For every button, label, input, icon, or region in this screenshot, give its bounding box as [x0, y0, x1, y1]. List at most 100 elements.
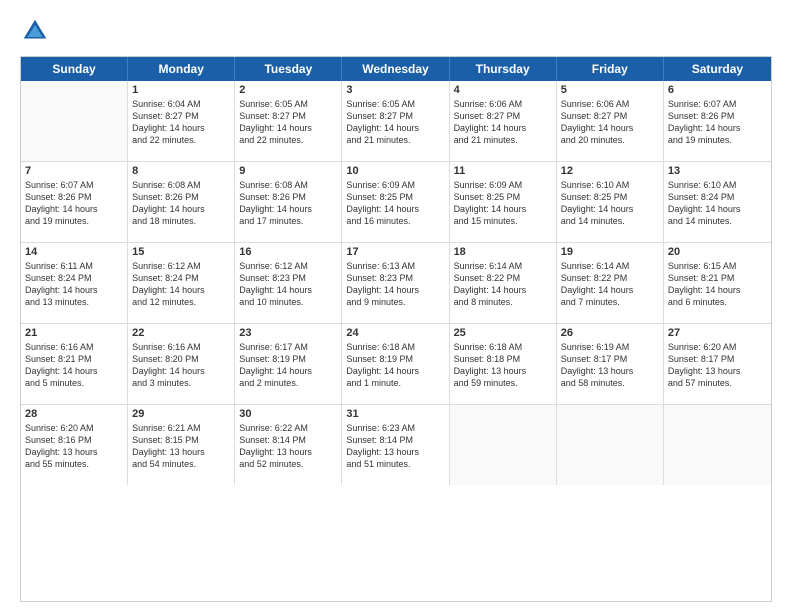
day-cell-29: 29 Sunrise: 6:21 AM Sunset: 8:15 PM Dayli… [128, 405, 235, 485]
day-cell-5: 5 Sunrise: 6:06 AM Sunset: 8:27 PM Daylig… [557, 81, 664, 161]
day-number: 23 [239, 327, 337, 339]
day-info: Sunrise: 6:20 AM Sunset: 8:17 PM Dayligh… [668, 341, 767, 390]
day-number: 1 [132, 84, 230, 96]
header-day-saturday: Saturday [664, 57, 771, 81]
day-cell-26: 26 Sunrise: 6:19 AM Sunset: 8:17 PM Dayli… [557, 324, 664, 404]
week-row-3: 21Sunrise: 6:16 AM Sunset: 8:21 PM Dayli… [21, 324, 771, 405]
empty-cell [664, 405, 771, 485]
empty-cell [21, 81, 128, 161]
day-number: 8 [132, 165, 230, 177]
day-number: 12 [561, 165, 659, 177]
empty-cell [557, 405, 664, 485]
day-number: 9 [239, 165, 337, 177]
day-cell-25: 25 Sunrise: 6:18 AM Sunset: 8:18 PM Dayli… [450, 324, 557, 404]
day-number: 19 [561, 246, 659, 258]
day-cell-1: 1 Sunrise: 6:04 AM Sunset: 8:27 PM Daylig… [128, 81, 235, 161]
day-info: Sunrise: 6:08 AM Sunset: 8:26 PM Dayligh… [239, 179, 337, 228]
day-number: 30 [239, 408, 337, 420]
header-day-thursday: Thursday [450, 57, 557, 81]
day-number: 26 [561, 327, 659, 339]
day-number: 2 [239, 84, 337, 96]
day-info: Sunrise: 6:05 AM Sunset: 8:27 PM Dayligh… [239, 98, 337, 147]
week-row-4: 28 Sunrise: 6:20 AM Sunset: 8:16 PM Dayli… [21, 405, 771, 485]
day-number: 15 [132, 246, 230, 258]
day-info: Sunrise: 6:14 AM Sunset: 8:22 PM Dayligh… [561, 260, 659, 309]
day-info: Sunrise: 6:12 AM Sunset: 8:23 PM Dayligh… [239, 260, 337, 309]
day-number: 20 [668, 246, 767, 258]
day-cell-22: 22Sunrise: 6:16 AM Sunset: 8:20 PM Dayli… [128, 324, 235, 404]
header-day-sunday: Sunday [21, 57, 128, 81]
day-info: Sunrise: 6:04 AM Sunset: 8:27 PM Dayligh… [132, 98, 230, 147]
day-cell-21: 21Sunrise: 6:16 AM Sunset: 8:21 PM Dayli… [21, 324, 128, 404]
day-info: Sunrise: 6:05 AM Sunset: 8:27 PM Dayligh… [346, 98, 444, 147]
day-number: 31 [346, 408, 444, 420]
day-info: Sunrise: 6:06 AM Sunset: 8:27 PM Dayligh… [454, 98, 552, 147]
day-info: Sunrise: 6:22 AM Sunset: 8:14 PM Dayligh… [239, 422, 337, 471]
page: SundayMondayTuesdayWednesdayThursdayFrid… [0, 0, 792, 612]
day-number: 5 [561, 84, 659, 96]
day-number: 25 [454, 327, 552, 339]
day-number: 24 [346, 327, 444, 339]
day-number: 17 [346, 246, 444, 258]
day-cell-11: 11 Sunrise: 6:09 AM Sunset: 8:25 PM Dayli… [450, 162, 557, 242]
day-cell-4: 4 Sunrise: 6:06 AM Sunset: 8:27 PM Daylig… [450, 81, 557, 161]
day-info: Sunrise: 6:13 AM Sunset: 8:23 PM Dayligh… [346, 260, 444, 309]
day-info: Sunrise: 6:14 AM Sunset: 8:22 PM Dayligh… [454, 260, 552, 309]
day-number: 13 [668, 165, 767, 177]
day-info: Sunrise: 6:07 AM Sunset: 8:26 PM Dayligh… [668, 98, 767, 147]
day-number: 7 [25, 165, 123, 177]
day-info: Sunrise: 6:21 AM Sunset: 8:15 PM Dayligh… [132, 422, 230, 471]
day-cell-13: 13Sunrise: 6:10 AM Sunset: 8:24 PM Dayli… [664, 162, 771, 242]
day-cell-17: 17 Sunrise: 6:13 AM Sunset: 8:23 PM Dayli… [342, 243, 449, 323]
day-info: Sunrise: 6:20 AM Sunset: 8:16 PM Dayligh… [25, 422, 123, 471]
day-number: 14 [25, 246, 123, 258]
day-cell-12: 12 Sunrise: 6:10 AM Sunset: 8:25 PM Dayli… [557, 162, 664, 242]
day-cell-28: 28 Sunrise: 6:20 AM Sunset: 8:16 PM Dayli… [21, 405, 128, 485]
week-row-2: 14 Sunrise: 6:11 AM Sunset: 8:24 PM Dayli… [21, 243, 771, 324]
header-day-wednesday: Wednesday [342, 57, 449, 81]
header [20, 16, 772, 46]
day-cell-23: 23Sunrise: 6:17 AM Sunset: 8:19 PM Dayli… [235, 324, 342, 404]
day-info: Sunrise: 6:12 AM Sunset: 8:24 PM Dayligh… [132, 260, 230, 309]
day-number: 28 [25, 408, 123, 420]
day-info: Sunrise: 6:18 AM Sunset: 8:19 PM Dayligh… [346, 341, 444, 390]
calendar-body: 1 Sunrise: 6:04 AM Sunset: 8:27 PM Daylig… [21, 81, 771, 485]
day-info: Sunrise: 6:08 AM Sunset: 8:26 PM Dayligh… [132, 179, 230, 228]
logo [20, 16, 54, 46]
header-day-monday: Monday [128, 57, 235, 81]
day-info: Sunrise: 6:19 AM Sunset: 8:17 PM Dayligh… [561, 341, 659, 390]
day-number: 22 [132, 327, 230, 339]
day-info: Sunrise: 6:10 AM Sunset: 8:25 PM Dayligh… [561, 179, 659, 228]
day-info: Sunrise: 6:18 AM Sunset: 8:18 PM Dayligh… [454, 341, 552, 390]
day-cell-18: 18 Sunrise: 6:14 AM Sunset: 8:22 PM Dayli… [450, 243, 557, 323]
day-cell-8: 8 Sunrise: 6:08 AM Sunset: 8:26 PM Daylig… [128, 162, 235, 242]
day-cell-24: 24 Sunrise: 6:18 AM Sunset: 8:19 PM Dayli… [342, 324, 449, 404]
day-info: Sunrise: 6:15 AM Sunset: 8:21 PM Dayligh… [668, 260, 767, 309]
day-cell-3: 3 Sunrise: 6:05 AM Sunset: 8:27 PM Daylig… [342, 81, 449, 161]
day-number: 21 [25, 327, 123, 339]
day-cell-30: 30 Sunrise: 6:22 AM Sunset: 8:14 PM Dayli… [235, 405, 342, 485]
calendar: SundayMondayTuesdayWednesdayThursdayFrid… [20, 56, 772, 602]
day-number: 29 [132, 408, 230, 420]
day-cell-20: 20 Sunrise: 6:15 AM Sunset: 8:21 PM Dayli… [664, 243, 771, 323]
day-number: 3 [346, 84, 444, 96]
week-row-0: 1 Sunrise: 6:04 AM Sunset: 8:27 PM Daylig… [21, 81, 771, 162]
day-cell-10: 10Sunrise: 6:09 AM Sunset: 8:25 PM Dayli… [342, 162, 449, 242]
day-number: 16 [239, 246, 337, 258]
day-info: Sunrise: 6:06 AM Sunset: 8:27 PM Dayligh… [561, 98, 659, 147]
day-cell-19: 19 Sunrise: 6:14 AM Sunset: 8:22 PM Dayli… [557, 243, 664, 323]
day-number: 10 [346, 165, 444, 177]
logo-icon [20, 16, 50, 46]
day-cell-16: 16 Sunrise: 6:12 AM Sunset: 8:23 PM Dayli… [235, 243, 342, 323]
day-number: 4 [454, 84, 552, 96]
day-cell-14: 14 Sunrise: 6:11 AM Sunset: 8:24 PM Dayli… [21, 243, 128, 323]
calendar-header: SundayMondayTuesdayWednesdayThursdayFrid… [21, 57, 771, 81]
day-info: Sunrise: 6:11 AM Sunset: 8:24 PM Dayligh… [25, 260, 123, 309]
day-info: Sunrise: 6:07 AM Sunset: 8:26 PM Dayligh… [25, 179, 123, 228]
day-info: Sunrise: 6:09 AM Sunset: 8:25 PM Dayligh… [454, 179, 552, 228]
day-cell-2: 2 Sunrise: 6:05 AM Sunset: 8:27 PM Daylig… [235, 81, 342, 161]
day-cell-31: 31Sunrise: 6:23 AM Sunset: 8:14 PM Dayli… [342, 405, 449, 485]
day-number: 11 [454, 165, 552, 177]
day-number: 18 [454, 246, 552, 258]
header-day-tuesday: Tuesday [235, 57, 342, 81]
